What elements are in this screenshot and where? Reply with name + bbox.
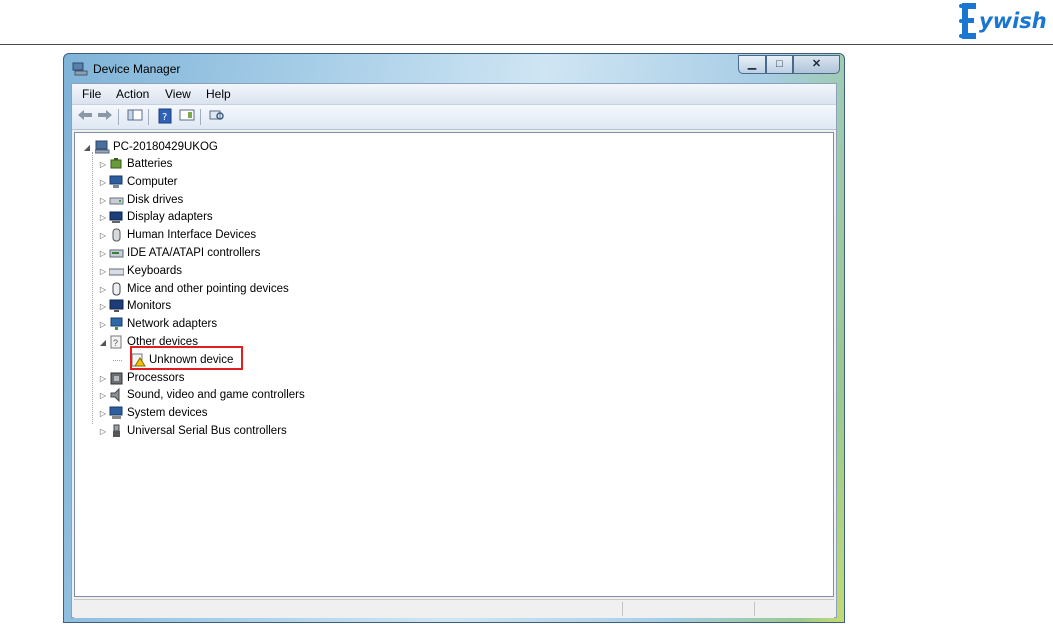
tree-item-label: System devices	[127, 407, 208, 420]
toolbar-separator	[200, 109, 201, 125]
processor-icon	[110, 372, 123, 385]
window-title: Device Manager	[93, 62, 181, 76]
tree-item-label: Processors	[127, 371, 185, 384]
menu-view[interactable]: View	[165, 87, 191, 101]
collapsed-arrow-icon[interactable]: ▷	[99, 227, 107, 244]
collapsed-arrow-icon[interactable]: ▷	[99, 281, 107, 298]
mouse-icon	[112, 282, 121, 296]
collapsed-arrow-icon[interactable]: ▷	[99, 263, 107, 280]
menu-file[interactable]: File	[82, 87, 101, 101]
menu-bar: File Action View Help	[72, 84, 836, 105]
keyboard-icon	[109, 268, 124, 276]
svg-text:?: ?	[162, 112, 167, 123]
tree-item-label: Keyboards	[127, 264, 182, 277]
speaker-icon	[110, 388, 120, 403]
brand-logo: ywish	[958, 0, 1052, 42]
collapsed-arrow-icon[interactable]: ▷	[99, 156, 107, 173]
status-divider	[622, 602, 623, 616]
device-manager-icon	[72, 62, 88, 76]
scan-hardware-icon[interactable]	[208, 108, 226, 125]
display-adapter-icon	[109, 211, 123, 224]
other-devices-icon: ?	[110, 335, 122, 349]
tree-guide	[113, 359, 122, 362]
show-hide-console-tree-icon[interactable]	[126, 108, 144, 125]
toolbar-separator	[148, 109, 149, 125]
root-label: PC-20180429UKOG	[113, 141, 218, 153]
ide-controller-icon	[109, 249, 124, 258]
tree-item-label: Network adapters	[127, 318, 218, 331]
network-adapter-icon	[110, 317, 123, 331]
forward-icon[interactable]	[96, 108, 114, 125]
expanded-arrow-icon[interactable]: ◢	[83, 139, 91, 156]
gear-icon	[959, 3, 976, 39]
toolbar: ?	[72, 105, 836, 130]
tree-item-label: Universal Serial Bus controllers	[127, 425, 287, 437]
logo-text: ywish	[979, 9, 1047, 33]
maximize-button[interactable]: □	[766, 55, 793, 74]
tree-item-label: Human Interface Devices	[127, 229, 257, 242]
toolbar-separator	[118, 109, 119, 125]
device-manager-window: Device Manager ▁ □ ✕ File Action View He…	[63, 53, 845, 623]
hid-icon	[112, 228, 121, 242]
system-devices-icon	[109, 406, 123, 420]
battery-icon	[110, 158, 122, 169]
tree-item-label: Mice and other pointing devices	[127, 282, 289, 295]
title-bar[interactable]: Device Manager ▁ □ ✕	[64, 54, 844, 82]
tree-guide	[92, 152, 94, 424]
collapsed-arrow-icon[interactable]: ▷	[99, 423, 107, 440]
help-icon[interactable]: ?	[156, 108, 174, 125]
collapsed-arrow-icon[interactable]: ▷	[99, 209, 107, 226]
minimize-button[interactable]: ▁	[738, 55, 766, 74]
collapsed-arrow-icon[interactable]: ▷	[99, 192, 107, 209]
status-bar	[74, 599, 834, 618]
computer-icon	[109, 175, 123, 188]
tree-item-label: Display adapters	[127, 211, 213, 224]
tree-item-label: Computer	[127, 175, 178, 188]
status-divider	[754, 602, 755, 616]
tree-item-label: Disk drives	[127, 193, 184, 206]
disk-drive-icon	[109, 197, 124, 205]
highlight-box	[130, 346, 243, 370]
expanded-arrow-icon[interactable]: ◢	[99, 334, 107, 351]
usb-icon	[113, 424, 120, 437]
collapsed-arrow-icon[interactable]: ▷	[99, 298, 107, 315]
header-divider	[0, 44, 1053, 45]
collapsed-arrow-icon[interactable]: ▷	[99, 245, 107, 262]
monitor-icon	[109, 299, 124, 313]
collapsed-arrow-icon[interactable]: ▷	[99, 370, 107, 387]
tree-item-label: IDE ATA/ATAPI controllers	[127, 247, 261, 259]
tree-item-label: Sound, video and game controllers	[127, 389, 305, 402]
computer-icon	[95, 140, 110, 154]
svg-text:?: ?	[113, 338, 118, 348]
properties-icon[interactable]	[178, 108, 196, 125]
tree-item-label: Batteries	[127, 158, 173, 170]
menu-action[interactable]: Action	[116, 87, 149, 101]
close-button[interactable]: ✕	[793, 55, 840, 74]
collapsed-arrow-icon[interactable]: ▷	[99, 174, 107, 191]
collapsed-arrow-icon[interactable]: ▷	[99, 316, 107, 333]
menu-help[interactable]: Help	[206, 87, 231, 101]
back-icon[interactable]	[76, 108, 94, 125]
collapsed-arrow-icon[interactable]: ▷	[99, 405, 107, 422]
collapsed-arrow-icon[interactable]: ▷	[99, 387, 107, 404]
tree-item-label: Monitors	[127, 300, 172, 313]
